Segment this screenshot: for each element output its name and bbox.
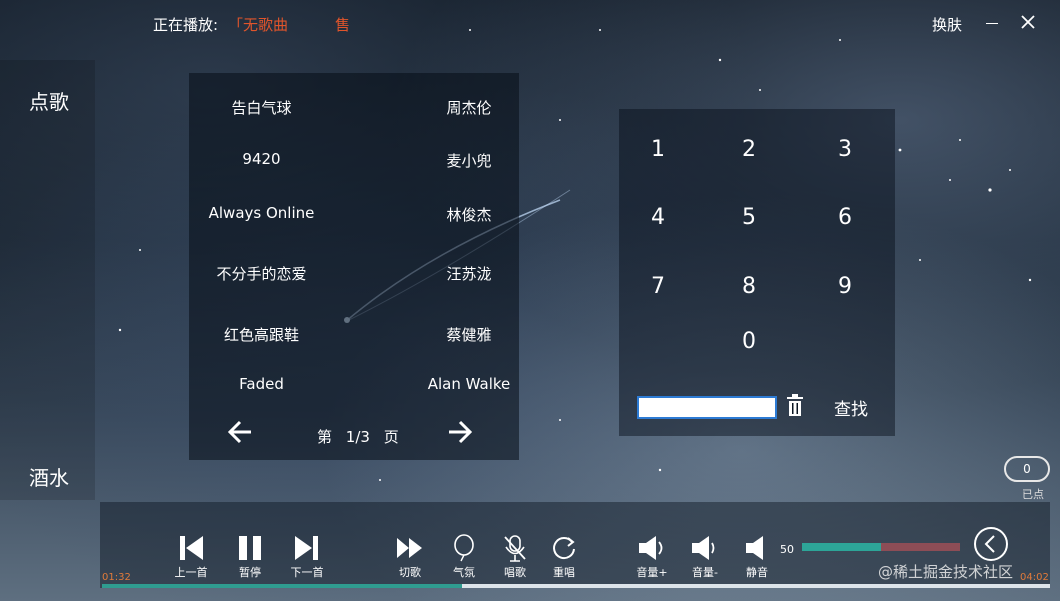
fast-forward-icon [397,538,422,558]
song-artist[interactable]: 汪苏泷 [404,263,534,284]
switch-song-label: 切歌 [399,566,421,579]
microphone-muted-icon [504,535,526,562]
balloon-icon [454,534,474,562]
volume-up-icon [639,536,663,560]
song-name[interactable]: 告白气球 [189,97,334,118]
switch-song-button[interactable]: 切歌 [390,534,430,580]
ordered-label: 已点 [1022,488,1044,501]
sing-button[interactable]: 唱歌 [496,534,534,580]
nav-item-song[interactable]: 点歌 [29,86,69,115]
song-name[interactable]: Always Online [189,204,334,222]
playback-progress-bar[interactable] [102,584,1050,588]
volume-slider-fill [802,543,881,551]
song-artist[interactable]: 麦小兜 [404,150,534,171]
now-playing-label: 正在播放: [153,16,219,34]
song-name[interactable]: 红色高跟鞋 [189,324,334,345]
ordered-count: 0 [1023,462,1031,476]
sing-label: 唱歌 [504,566,526,579]
ambience-label: 气氛 [453,566,475,579]
key-6[interactable]: 6 [825,205,865,230]
page-prefix: 第 [317,428,333,446]
trash-icon[interactable] [785,394,805,418]
next-song-label: 下一首 [290,566,324,579]
change-skin-button[interactable]: 换肤 [932,14,962,35]
song-artist[interactable]: 林俊杰 [404,204,534,225]
find-button[interactable]: 查找 [834,395,868,420]
prev-song-label: 上一首 [174,566,208,579]
song-name[interactable]: 不分手的恋爱 [189,263,334,284]
replay-label: 重唱 [553,566,575,579]
key-2[interactable]: 2 [729,137,769,162]
nav-item-drinks[interactable]: 酒水 [29,462,69,491]
key-8[interactable]: 8 [729,274,769,299]
key-1[interactable]: 1 [638,137,678,162]
key-9[interactable]: 9 [825,274,865,299]
song-number-input[interactable] [637,396,777,419]
nav-sidebar [0,60,95,500]
key-7[interactable]: 7 [638,274,678,299]
next-page-arrow-icon[interactable] [446,418,474,446]
pause-icon [239,536,261,560]
page-indicator: 第 1/3 页 [317,426,408,447]
key-4[interactable]: 4 [638,205,678,230]
replay-button[interactable]: 重唱 [545,534,583,580]
watermark: @稀土掘金技术社区 [878,563,1014,581]
volume-up-label: 音量+ [636,566,668,579]
close-icon[interactable] [1018,12,1038,32]
song-name[interactable]: Faded [189,375,334,393]
volume-up-button[interactable]: 音量+ [632,534,672,580]
pause-label: 暂停 [239,566,261,579]
volume-slider[interactable] [802,543,960,551]
song-list-panel: 告白气球 周杰伦 9420 麦小兜 Always Online 林俊杰 不分手的… [189,73,519,460]
key-5[interactable]: 5 [729,205,769,230]
now-playing-extra: 售 [335,16,351,34]
speaker-icon [746,536,763,560]
next-song-button[interactable]: 下一首 [286,534,328,580]
minimize-icon[interactable] [983,10,1003,34]
volume-value: 50 [780,543,794,556]
song-name[interactable]: 9420 [189,150,334,168]
ordered-songs-toggle[interactable]: 0 [1004,456,1050,482]
song-artist[interactable]: 蔡健雅 [404,324,534,345]
total-time: 04:02 [1020,572,1049,583]
skip-forward-icon [295,536,318,560]
back-chevron-icon[interactable] [974,527,1008,561]
current-time: 01:32 [102,572,131,583]
volume-down-icon [692,536,715,560]
volume-down-button[interactable]: 音量- [685,534,725,580]
skip-back-icon [180,536,203,560]
key-3[interactable]: 3 [825,137,865,162]
prev-page-arrow-icon[interactable] [226,418,254,446]
song-artist[interactable]: Alan Walke [404,375,534,393]
song-artist[interactable]: 周杰伦 [404,97,534,118]
page-suffix: 页 [383,428,399,446]
mute-button[interactable]: 静音 [738,534,776,580]
replay-icon [553,537,575,560]
prev-song-button[interactable]: 上一首 [170,534,212,580]
now-playing-song: 「无歌曲 [228,16,289,34]
number-keypad: 1 2 3 4 5 6 7 8 9 0 查找 [619,109,895,436]
playback-progress-fill [102,584,463,588]
mute-label: 静音 [746,566,768,579]
page-value: 1/3 [345,428,370,446]
pause-button[interactable]: 暂停 [229,534,271,580]
volume-down-label: 音量- [692,566,718,579]
ambience-button[interactable]: 气氛 [445,534,483,580]
key-0[interactable]: 0 [729,329,769,354]
